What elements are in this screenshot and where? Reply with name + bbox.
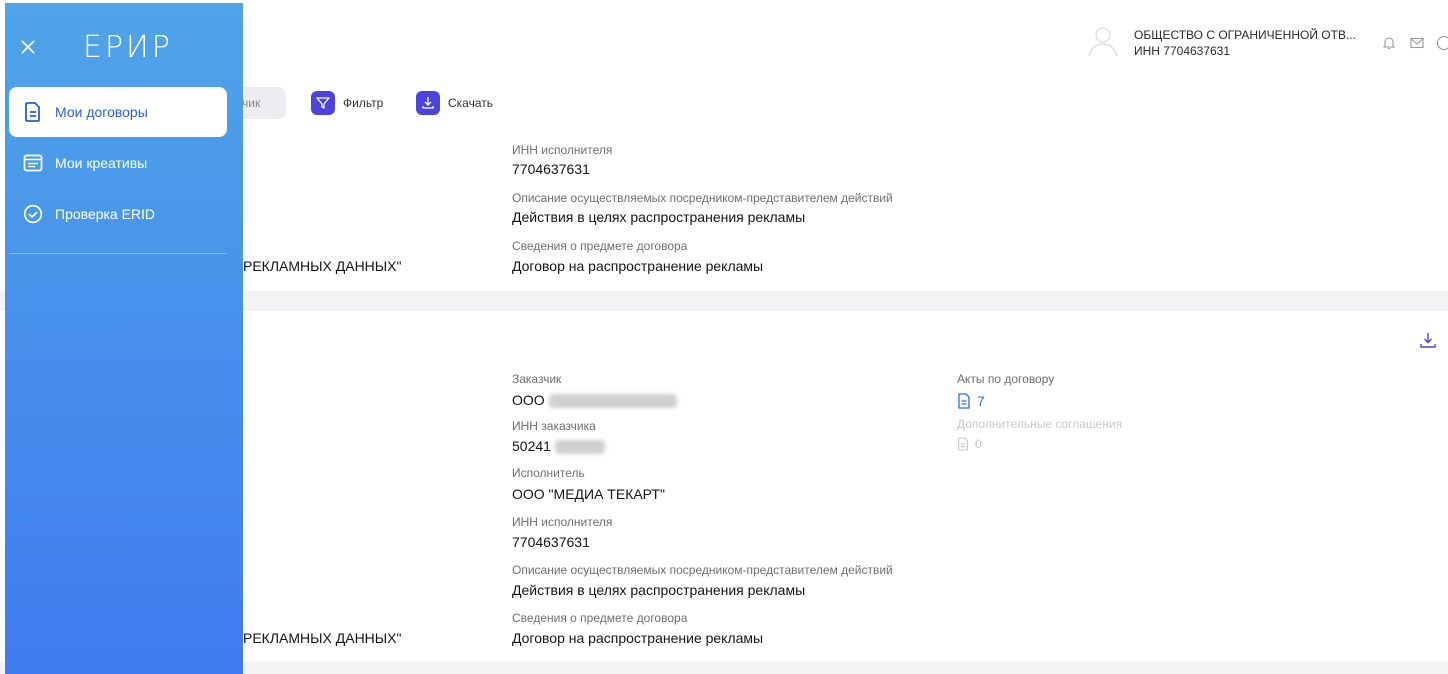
sidebar-item-contracts[interactable]: Мои договоры [9, 87, 227, 137]
download-button[interactable]: Скачать [416, 91, 493, 115]
subject-value: Договор на распространение рекламы [512, 258, 764, 274]
sidebar-item-label: Мои креативы [55, 155, 148, 171]
document-icon [958, 437, 968, 451]
actions-value: Действия в целях распространения рекламы [512, 209, 806, 225]
page: ОБЩЕСТВО С ОГРАНИЧЕННОЙ ОТВ... ИНН 77046… [0, 0, 1448, 674]
filter-icon [311, 91, 335, 115]
executor-value: ООО "МЕДИА ТЕКАРТ" [512, 486, 665, 502]
sidebar-item-label: Мои договоры [55, 104, 148, 120]
customer-value-text: ООО [512, 392, 545, 408]
search-input[interactable]: чик [236, 87, 286, 119]
customer-label: Заказчик [512, 372, 562, 386]
customer-name-fragment: РЕКЛАМНЫХ ДАННЫХ" [243, 630, 402, 646]
sidebar: ЕРИР Мои договоры Мои креативы Проверка … [5, 3, 243, 674]
filter-button[interactable]: Фильтр [311, 91, 383, 115]
actions-label: Описание осуществляемых посредником-пред… [512, 191, 893, 205]
download-icon [416, 91, 440, 115]
executor-inn-value: 7704637631 [512, 161, 590, 177]
help-icon[interactable] [1436, 35, 1448, 51]
customer-name-fragment: РЕКЛАМНЫХ ДАННЫХ" [243, 258, 402, 274]
agreements-count: 0 [975, 437, 982, 451]
sidebar-item-erid-check[interactable]: Проверка ERID [9, 189, 227, 239]
mail-icon[interactable] [1409, 35, 1425, 51]
logo[interactable]: ЕРИР [83, 30, 173, 65]
redacted-customer [548, 394, 677, 409]
executor-label: Исполнитель [512, 466, 585, 480]
shield-check-icon [23, 204, 43, 224]
organization-inn: ИНН 7704637631 [1134, 44, 1231, 58]
bell-icon[interactable] [1381, 35, 1397, 51]
redacted-inn [554, 440, 605, 455]
acts-count: 7 [977, 393, 985, 409]
close-icon[interactable] [17, 36, 39, 58]
browser-window-icon [23, 154, 43, 172]
actions-label: Описание осуществляемых посредником-пред… [512, 563, 893, 577]
organization-name[interactable]: ОБЩЕСТВО С ОГРАНИЧЕННОЙ ОТВ... [1134, 28, 1356, 42]
acts-link[interactable]: 7 [957, 393, 985, 409]
subject-label: Сведения о предмете договора [512, 611, 688, 625]
customer-inn-label: ИНН заказчика [512, 419, 596, 433]
actions-value: Действия в целях распространения рекламы [512, 582, 806, 598]
executor-inn-value: 7704637631 [512, 534, 590, 550]
subject-value: Договор на распространение рекламы [512, 630, 764, 646]
executor-inn-label: ИНН исполнителя [512, 143, 613, 157]
executor-inn-label: ИНН исполнителя [512, 515, 613, 529]
sidebar-item-label: Проверка ERID [55, 206, 156, 222]
user-avatar-icon[interactable] [1085, 22, 1121, 58]
download-label: Скачать [448, 96, 493, 110]
agreements-link: 0 [957, 437, 982, 451]
customer-inn-value: 50241 [512, 438, 605, 455]
document-icon [958, 393, 970, 409]
agreements-label: Дополнительные соглашения [957, 417, 1123, 431]
sidebar-item-creatives[interactable]: Мои креативы [9, 138, 227, 188]
customer-value: ООО [512, 392, 677, 409]
sidebar-divider [9, 253, 227, 254]
filter-label: Фильтр [343, 96, 384, 110]
acts-label: Акты по договору [957, 372, 1055, 386]
subject-label: Сведения о предмете договора [512, 239, 688, 253]
document-icon [25, 102, 40, 122]
card-download-icon[interactable] [1419, 331, 1437, 349]
customer-inn-text: 50241 [512, 438, 551, 454]
